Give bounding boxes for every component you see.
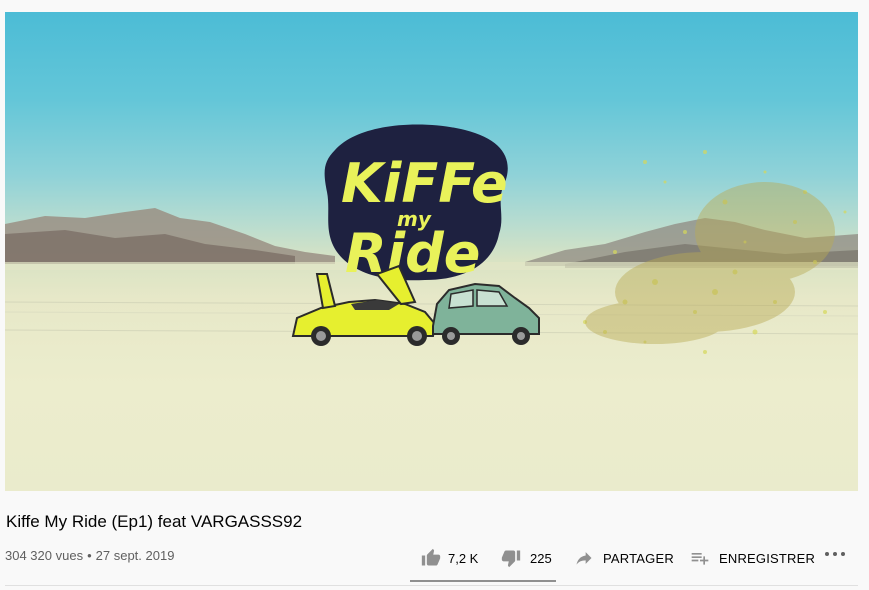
video-player[interactable]: KiFFe my Ride bbox=[5, 12, 858, 491]
video-title: Kiffe My Ride (Ep1) feat VARGASSS92 bbox=[6, 512, 303, 531]
more-horizontal-icon bbox=[825, 552, 845, 556]
like-button[interactable]: 7,2 K bbox=[420, 548, 478, 568]
share-button[interactable]: PARTAGER bbox=[574, 548, 674, 568]
video-thumbnail: KiFFe my Ride bbox=[5, 124, 858, 354]
thumb-down-icon bbox=[501, 550, 521, 568]
save-label: ENREGISTRER bbox=[719, 550, 816, 566]
share-label: PARTAGER bbox=[603, 550, 674, 566]
meta-separator: • bbox=[87, 548, 92, 563]
save-button[interactable]: ENREGISTRER bbox=[690, 548, 815, 568]
sentiment-bar bbox=[410, 580, 556, 582]
logo-line3: Ride bbox=[345, 222, 480, 285]
logo-badge: KiFFe my Ride bbox=[324, 124, 508, 285]
video-meta: 304 320 vues • 27 sept. 2019 bbox=[5, 548, 174, 563]
share-arrow-icon bbox=[576, 552, 592, 565]
view-count: 304 320 vues bbox=[5, 548, 84, 563]
green-car-illustration bbox=[432, 282, 540, 345]
dislike-button[interactable]: 225 bbox=[500, 548, 552, 568]
logo-line1: KiFFe bbox=[341, 152, 508, 215]
thumb-up-icon bbox=[421, 548, 441, 566]
playlist-add-icon bbox=[691, 553, 709, 565]
more-actions-button[interactable] bbox=[824, 550, 846, 558]
like-count: 7,2 K bbox=[448, 550, 479, 566]
dislike-count: 225 bbox=[530, 550, 552, 566]
publish-date: 27 sept. 2019 bbox=[95, 548, 175, 563]
divider bbox=[5, 585, 858, 586]
